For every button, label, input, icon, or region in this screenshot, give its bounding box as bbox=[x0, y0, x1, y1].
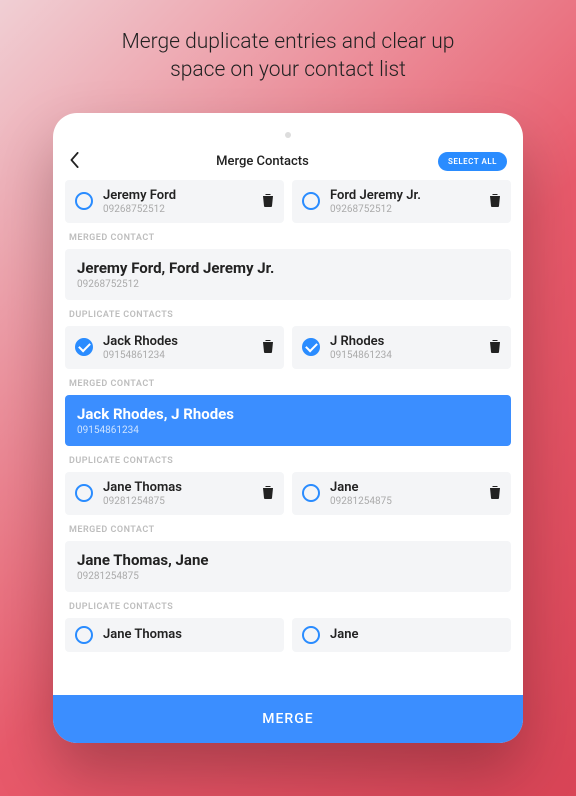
duplicate-card[interactable]: Jane 09281254875 bbox=[292, 472, 511, 515]
duplicate-card[interactable]: Ford Jeremy Jr. 09268752512 bbox=[292, 180, 511, 223]
select-circle-icon[interactable] bbox=[75, 192, 93, 210]
delete-button[interactable] bbox=[262, 192, 274, 211]
contact-name: Jane Thomas bbox=[103, 627, 274, 642]
trash-icon bbox=[262, 193, 274, 207]
nav-bar: Merge Contacts SELECT ALL bbox=[53, 142, 523, 180]
merged-name: Jeremy Ford, Ford Jeremy Jr. bbox=[77, 259, 499, 277]
duplicate-pair: Jack Rhodes 09154861234 J Rhodes 0915486… bbox=[65, 326, 511, 369]
contact-name: J Rhodes bbox=[330, 334, 483, 349]
merged-name: Jack Rhodes, J Rhodes bbox=[77, 405, 499, 423]
merged-contact-card[interactable]: Jeremy Ford, Ford Jeremy Jr. 09268752512 bbox=[65, 249, 511, 300]
delete-button[interactable] bbox=[262, 338, 274, 357]
chevron-left-icon bbox=[69, 152, 81, 168]
section-label-duplicate: DUPLICATE CONTACTS bbox=[69, 310, 507, 320]
select-circle-icon[interactable] bbox=[75, 626, 93, 644]
contact-info: Jane bbox=[330, 627, 501, 643]
section-label-merged: MERGED CONTACT bbox=[69, 525, 507, 535]
section-label-duplicate: DUPLICATE CONTACTS bbox=[69, 456, 507, 466]
delete-button[interactable] bbox=[489, 338, 501, 357]
contact-name: Jeremy Ford bbox=[103, 188, 256, 203]
contact-phone: 09154861234 bbox=[330, 350, 483, 361]
promo-line2: space on your contact list bbox=[170, 58, 406, 82]
duplicate-card[interactable]: Jack Rhodes 09154861234 bbox=[65, 326, 284, 369]
select-circle-icon[interactable] bbox=[302, 484, 320, 502]
contact-phone: 09268752512 bbox=[103, 204, 256, 215]
merged-phone: 09154861234 bbox=[77, 425, 499, 436]
trash-icon bbox=[262, 339, 274, 353]
promo-headline: Merge duplicate entries and clear up spa… bbox=[0, 28, 576, 85]
merged-phone: 09268752512 bbox=[77, 279, 499, 290]
duplicate-card[interactable]: Jane Thomas 09281254875 bbox=[65, 472, 284, 515]
merged-contact-card[interactable]: Jane Thomas, Jane 09281254875 bbox=[65, 541, 511, 592]
contact-phone: 09281254875 bbox=[103, 496, 256, 507]
contact-name: Jane Thomas bbox=[103, 480, 256, 495]
contact-phone: 09281254875 bbox=[330, 496, 483, 507]
home-indicator bbox=[53, 113, 523, 142]
contact-name: Ford Jeremy Jr. bbox=[330, 188, 483, 203]
promo-line1: Merge duplicate entries and clear up bbox=[122, 30, 455, 54]
contact-name: Jane bbox=[330, 480, 483, 495]
device-frame: Merge Contacts SELECT ALL Jeremy Ford 09… bbox=[53, 113, 523, 743]
page-title: Merge Contacts bbox=[216, 154, 309, 169]
contact-name: Jack Rhodes bbox=[103, 334, 256, 349]
back-button[interactable] bbox=[69, 152, 87, 172]
section-label-merged: MERGED CONTACT bbox=[69, 233, 507, 243]
contact-phone: 09154861234 bbox=[103, 350, 256, 361]
section-label-merged: MERGED CONTACT bbox=[69, 379, 507, 389]
content-scroll[interactable]: Jeremy Ford 09268752512 Ford Jeremy Jr. … bbox=[53, 180, 523, 652]
contact-info: J Rhodes 09154861234 bbox=[330, 334, 483, 361]
select-all-button[interactable]: SELECT ALL bbox=[438, 152, 507, 171]
duplicate-card[interactable]: J Rhodes 09154861234 bbox=[292, 326, 511, 369]
contact-info: Jeremy Ford 09268752512 bbox=[103, 188, 256, 215]
contact-phone: 09268752512 bbox=[330, 204, 483, 215]
duplicate-card[interactable]: Jeremy Ford 09268752512 bbox=[65, 180, 284, 223]
delete-button[interactable] bbox=[262, 484, 274, 503]
duplicate-pair: Jane Thomas 09281254875 Jane 09281254875 bbox=[65, 472, 511, 515]
merge-button[interactable]: MERGE bbox=[53, 695, 523, 743]
select-circle-icon[interactable] bbox=[302, 338, 320, 356]
trash-icon bbox=[489, 339, 501, 353]
section-label-duplicate: DUPLICATE CONTACTS bbox=[69, 602, 507, 612]
duplicate-card[interactable]: Jane Thomas bbox=[65, 618, 284, 652]
select-circle-icon[interactable] bbox=[302, 626, 320, 644]
contact-info: Jane Thomas 09281254875 bbox=[103, 480, 256, 507]
contact-name: Jane bbox=[330, 627, 501, 642]
delete-button[interactable] bbox=[489, 484, 501, 503]
contact-info: Ford Jeremy Jr. 09268752512 bbox=[330, 188, 483, 215]
duplicate-pair: Jane Thomas Jane bbox=[65, 618, 511, 652]
trash-icon bbox=[489, 485, 501, 499]
contact-info: Jack Rhodes 09154861234 bbox=[103, 334, 256, 361]
merged-contact-card[interactable]: Jack Rhodes, J Rhodes 09154861234 bbox=[65, 395, 511, 446]
merged-name: Jane Thomas, Jane bbox=[77, 551, 499, 569]
select-circle-icon[interactable] bbox=[75, 484, 93, 502]
delete-button[interactable] bbox=[489, 192, 501, 211]
duplicate-pair: Jeremy Ford 09268752512 Ford Jeremy Jr. … bbox=[65, 180, 511, 223]
duplicate-card[interactable]: Jane bbox=[292, 618, 511, 652]
contact-info: Jane 09281254875 bbox=[330, 480, 483, 507]
contact-info: Jane Thomas bbox=[103, 627, 274, 643]
trash-icon bbox=[262, 485, 274, 499]
trash-icon bbox=[489, 193, 501, 207]
select-circle-icon[interactable] bbox=[302, 192, 320, 210]
select-circle-icon[interactable] bbox=[75, 338, 93, 356]
merged-phone: 09281254875 bbox=[77, 571, 499, 582]
